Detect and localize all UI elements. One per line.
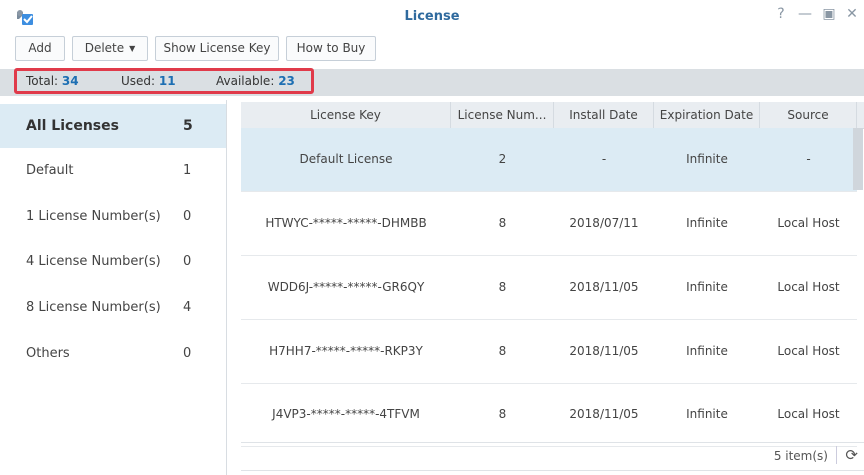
divider	[241, 470, 864, 471]
sidebar-item-4-license[interactable]: 4 License Number(s) 0	[0, 240, 226, 284]
sidebar: All Licenses 5 Default 1 1 License Numbe…	[0, 100, 227, 475]
column-header-source[interactable]: Source	[760, 102, 857, 128]
sidebar-item-all-licenses[interactable]: All Licenses 5	[0, 104, 226, 148]
table-row[interactable]: J4VP3-*****-*****-4TFVM 8 2018/11/05 Inf…	[241, 383, 857, 447]
available-stat: Available: 23	[216, 74, 295, 88]
show-license-key-button[interactable]: Show License Key	[155, 36, 279, 61]
sidebar-item-others[interactable]: Others 0	[0, 332, 226, 376]
delete-button[interactable]: Delete ▼	[72, 36, 148, 61]
column-header-install-date[interactable]: Install Date	[554, 102, 654, 128]
license-grid: License Key License Num... Install Date …	[241, 100, 864, 475]
items-count: 5 item(s)	[773, 449, 828, 463]
sidebar-item-1-license[interactable]: 1 License Number(s) 0	[0, 195, 226, 239]
add-button[interactable]: Add	[15, 36, 65, 61]
close-icon[interactable]: ✕	[843, 6, 861, 22]
toolbar: Add Delete ▼ Show License Key How to Buy	[0, 36, 864, 64]
grid-scrollbar[interactable]	[853, 128, 863, 190]
grid-footer: 5 item(s) ⟳	[241, 442, 864, 470]
sidebar-item-default[interactable]: Default 1	[0, 149, 226, 193]
title-bar: License ? — ▣ ✕	[0, 0, 864, 34]
column-header-license-number[interactable]: License Num...	[451, 102, 554, 128]
table-row[interactable]: H7HH7-*****-*****-RKP3Y 8 2018/11/05 Inf…	[241, 320, 857, 384]
column-header-expiration-date[interactable]: Expiration Date	[654, 102, 760, 128]
table-row[interactable]: WDD6J-*****-*****-GR6QY 8 2018/11/05 Inf…	[241, 256, 857, 320]
total-stat: Total: 34	[26, 74, 79, 88]
grid-header: License Key License Num... Install Date …	[241, 102, 864, 129]
sidebar-item-8-license[interactable]: 8 License Number(s) 4	[0, 286, 226, 330]
used-stat: Used: 11	[121, 74, 176, 88]
table-row[interactable]: HTWYC-*****-*****-DHMBB 8 2018/07/11 Inf…	[241, 192, 857, 256]
refresh-icon[interactable]: ⟳	[836, 446, 858, 464]
chevron-down-icon: ▼	[129, 44, 136, 53]
table-row[interactable]: Default License 2 - Infinite -	[241, 128, 857, 192]
window-title: License	[404, 9, 460, 24]
column-header-license-key[interactable]: License Key	[241, 102, 451, 128]
maximize-icon[interactable]: ▣	[820, 6, 838, 22]
how-to-buy-button[interactable]: How to Buy	[286, 36, 376, 61]
minimize-icon[interactable]: —	[796, 6, 814, 22]
help-icon[interactable]: ?	[772, 6, 790, 22]
